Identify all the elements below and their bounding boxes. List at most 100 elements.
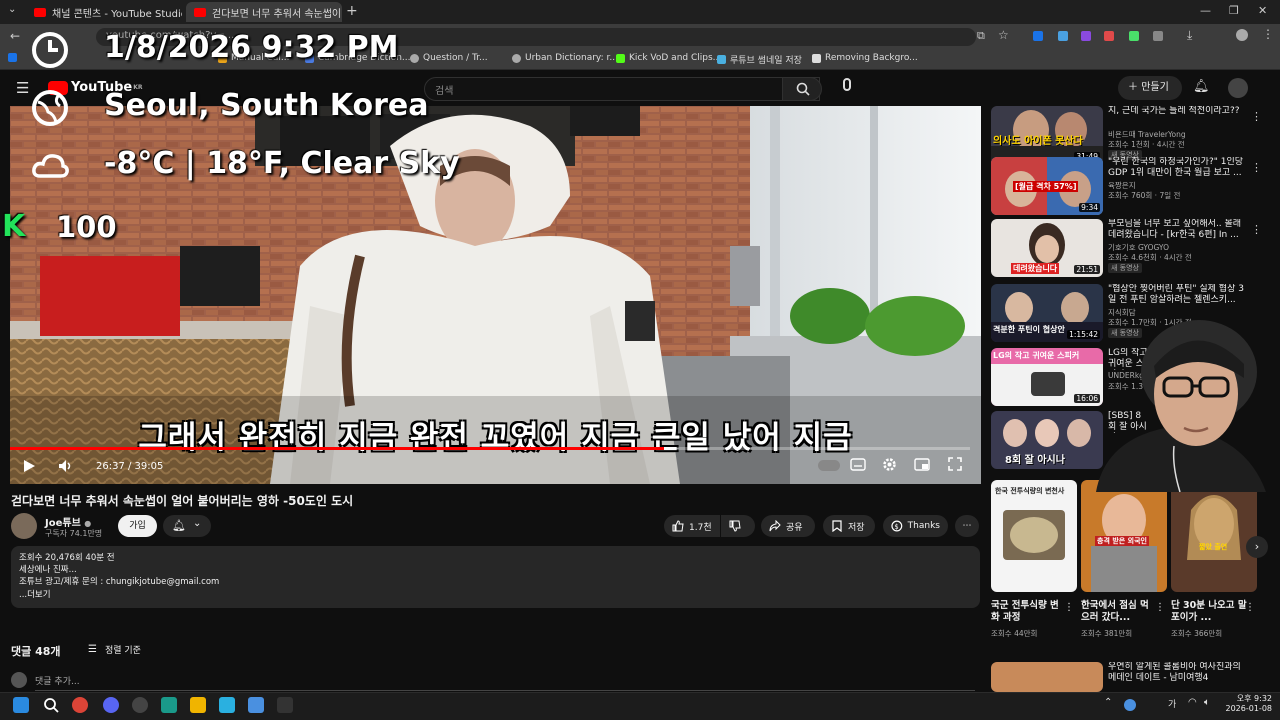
tab-list-icon[interactable]: ⌄: [8, 4, 16, 15]
more-options-icon[interactable]: ⋮: [1251, 161, 1262, 174]
shorts-next-button[interactable]: ›: [1246, 536, 1268, 558]
recommended-video[interactable]: 의사도 아이폰 못산다 31:49 지, 근데 국가는 틀레 적전이라고?? 비…: [991, 106, 1266, 164]
search-icon[interactable]: [43, 697, 59, 713]
overlay-viewer-count: 100: [56, 210, 117, 244]
windows-start-icon[interactable]: [13, 697, 29, 713]
video-duration: 21:51: [1074, 265, 1100, 274]
chrome-icon[interactable]: [72, 697, 88, 713]
bookmark-item[interactable]: 루튜브 썸네일 저장: [717, 53, 802, 66]
extension-icon[interactable]: [1129, 31, 1139, 41]
discord-icon[interactable]: [103, 697, 119, 713]
notifications-bell-icon[interactable]: 🔔︎: [1193, 79, 1210, 94]
extension-icon[interactable]: [1058, 31, 1068, 41]
play-icon[interactable]: [22, 459, 36, 476]
dislike-button[interactable]: [721, 515, 755, 537]
bookmark-star-icon[interactable]: ☆: [998, 28, 1009, 42]
save-label: 저장: [848, 522, 865, 533]
short-thumbnail[interactable]: 한국 전투식량의 변천사: [991, 480, 1077, 592]
tab-youtube-studio[interactable]: 채널 콘텐츠 - YouTube Studio ✕: [26, 2, 182, 22]
svg-text:$: $: [894, 523, 898, 531]
maximize-icon[interactable]: ❐: [1229, 4, 1239, 17]
recommended-video[interactable]: [월급 격차 57%] 9:34 "우린 한국의 하청국가인가?" 1인당 GD…: [991, 157, 1266, 215]
more-actions-button[interactable]: ⋯: [955, 515, 979, 537]
youtube-favicon-icon: [194, 7, 206, 17]
recommended-video[interactable]: 데려왔습니다 21:51 부모님을 너무 보고 싶어해서.. 몰래 데려왔습니다…: [991, 219, 1266, 277]
search-button[interactable]: [782, 77, 822, 101]
more-options-icon[interactable]: ⋮: [1251, 110, 1262, 123]
short-thumbnail[interactable]: 짧았 출연: [1171, 480, 1257, 592]
join-button[interactable]: 가입: [118, 515, 157, 537]
extension-icon[interactable]: [1033, 31, 1043, 41]
tab-current-video[interactable]: 걷다보면 너무 추워서 속눈썹이 ✕: [186, 2, 342, 22]
share-button[interactable]: 공유: [761, 515, 815, 537]
bookmark-item[interactable]: [8, 53, 21, 62]
recommended-video[interactable]: 우연히 알게된 콜롬비아 여사친과의 메데인 데이트 - 남미여행4: [991, 662, 1266, 692]
show-more-link[interactable]: ...더보기: [19, 589, 972, 601]
autoplay-toggle[interactable]: [818, 460, 840, 471]
bookmark-item[interactable]: Removing Backgro...: [812, 53, 918, 63]
extension-icon[interactable]: [1104, 31, 1114, 41]
like-button[interactable]: 1.7천: [664, 515, 720, 537]
obs-icon[interactable]: [132, 697, 148, 713]
bookmark-item[interactable]: Urban Dictionary: r...: [512, 53, 618, 63]
close-tab-icon[interactable]: ✕: [341, 6, 342, 19]
app-icon[interactable]: [219, 697, 235, 713]
taskbar-clock[interactable]: 오후 9:32 2026-01-08: [1226, 694, 1273, 714]
clock-time: 오후 9:32: [1236, 694, 1272, 703]
hamburger-menu-icon[interactable]: ☰: [16, 79, 29, 97]
wifi-icon[interactable]: ◠: [1188, 697, 1197, 708]
video-title: 걷다보면 너무 추워서 속눈썹이 얼어 붙어버리는 영하 -50도인 도시: [11, 494, 354, 508]
bookmark-label: 루튜브 썸네일 저장: [730, 56, 802, 66]
bookmark-label: Question / Tr...: [423, 53, 488, 63]
app-icon[interactable]: [161, 697, 177, 713]
browser-menu-icon[interactable]: ⋮: [1262, 27, 1274, 41]
short-thumbnail[interactable]: 충격 받은 외국인: [1081, 480, 1167, 592]
bookmark-item[interactable]: Kick VoD and Clips...: [616, 53, 721, 63]
tray-chevron-icon[interactable]: ⌃: [1104, 697, 1112, 708]
subscribe-bell-button[interactable]: 🔔︎ ⌄: [163, 515, 211, 537]
app-icon[interactable]: [248, 697, 264, 713]
app-icon[interactable]: [277, 697, 293, 713]
account-avatar[interactable]: [1228, 78, 1248, 98]
more-options-icon[interactable]: ⋮: [1155, 602, 1165, 613]
thanks-button[interactable]: $ Thanks: [883, 515, 948, 537]
minimize-icon[interactable]: —: [1200, 4, 1211, 17]
extension-icon[interactable]: [1081, 31, 1091, 41]
volume-icon[interactable]: [58, 459, 74, 476]
save-button[interactable]: 저장: [823, 515, 875, 537]
search-icon: [796, 82, 810, 96]
create-label: 만들기: [1141, 82, 1169, 93]
overlay-weather: -8°C | 18°F, Clear Sky: [104, 146, 460, 181]
more-options-icon[interactable]: ⋮: [1064, 602, 1074, 613]
cast-icon[interactable]: ⧉: [977, 29, 985, 43]
fullscreen-icon[interactable]: [948, 457, 962, 474]
bookmark-item[interactable]: Question / Tr...: [410, 53, 488, 63]
captions-icon[interactable]: [850, 458, 866, 474]
create-button[interactable]: ＋ 만들기: [1118, 76, 1182, 100]
file-explorer-icon[interactable]: [190, 697, 206, 713]
chevron-right-icon: ›: [1254, 540, 1260, 553]
new-tab-icon[interactable]: +: [346, 3, 358, 19]
video-progress-bar[interactable]: [10, 447, 970, 450]
extensions-puzzle-icon[interactable]: [1153, 31, 1163, 41]
search-input[interactable]: 검색: [424, 77, 820, 101]
channel-avatar[interactable]: [11, 513, 37, 539]
add-comment-input[interactable]: 댓글 추가...: [35, 674, 975, 691]
microphone-icon[interactable]: [843, 78, 851, 91]
more-options-icon[interactable]: ⋮: [1245, 602, 1255, 613]
tray-app-icon[interactable]: [1124, 699, 1136, 711]
volume-icon[interactable]: 🔈︎: [1204, 697, 1210, 708]
more-options-icon[interactable]: ⋮: [1251, 223, 1262, 236]
channel-name[interactable]: Joe튜브 ●: [45, 514, 91, 529]
sort-comments-button[interactable]: ☰ 정렬 기준: [88, 643, 141, 656]
profile-icon[interactable]: [1236, 29, 1248, 41]
description-box[interactable]: 조회수 20,476회 40분 전 세상에나 진짜... 조튜브 광고/제휴 문…: [11, 546, 980, 608]
download-icon[interactable]: ⤓: [1187, 28, 1192, 43]
miniplayer-icon[interactable]: [914, 458, 930, 474]
save-icon: [832, 520, 842, 532]
back-icon[interactable]: ←: [10, 29, 20, 43]
settings-gear-icon[interactable]: [882, 457, 897, 475]
close-window-icon[interactable]: ✕: [1258, 4, 1267, 17]
ime-indicator[interactable]: 가: [1168, 697, 1176, 710]
clock-icon: [32, 32, 68, 68]
